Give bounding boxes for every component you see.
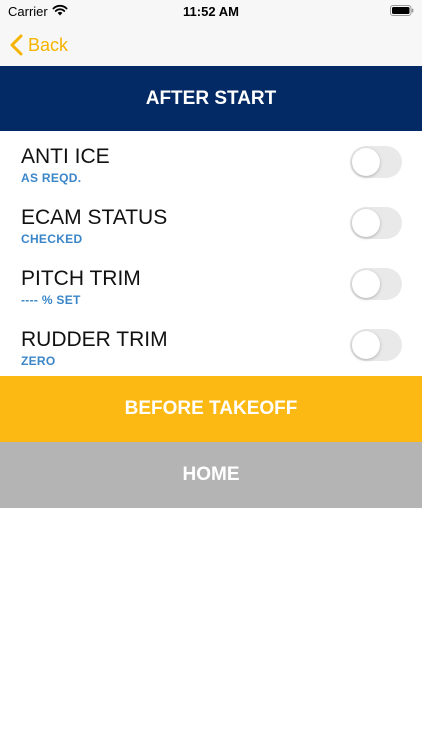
- ecam-status-toggle[interactable]: [350, 207, 402, 239]
- checklist-item-rudder-trim: RUDDER TRIM ZERO: [0, 314, 422, 375]
- item-label: RUDDER TRIM: [21, 328, 168, 351]
- section-header: AFTER START: [0, 66, 422, 131]
- home-label: HOME: [182, 464, 240, 485]
- battery-icon: [390, 5, 414, 16]
- before-takeoff-label: BEFORE TAKEOFF: [124, 398, 298, 419]
- before-takeoff-button[interactable]: BEFORE TAKEOFF: [0, 376, 422, 442]
- back-label: Back: [28, 34, 69, 55]
- checklist-item-anti-ice: ANTI ICE AS REQD.: [0, 131, 422, 192]
- chevron-left-icon: [10, 34, 23, 56]
- back-button[interactable]: Back: [10, 32, 68, 58]
- checklist: ANTI ICE AS REQD. ECAM STATUS CHECKED PI…: [0, 131, 422, 375]
- item-label: PITCH TRIM: [21, 267, 141, 290]
- item-value: ---- % SET: [21, 293, 81, 307]
- item-label: ECAM STATUS: [21, 206, 168, 229]
- item-value: AS REQD.: [21, 171, 82, 185]
- item-value: ZERO: [21, 354, 56, 368]
- page-title: AFTER START: [145, 87, 277, 109]
- rudder-trim-toggle[interactable]: [350, 329, 402, 361]
- home-button[interactable]: HOME: [0, 442, 422, 508]
- checklist-item-pitch-trim: PITCH TRIM ---- % SET: [0, 253, 422, 314]
- toggle-knob: [352, 209, 380, 237]
- toggle-knob: [352, 148, 380, 176]
- clock: 11:52 AM: [183, 4, 239, 19]
- item-label: ANTI ICE: [21, 145, 110, 168]
- toggle-knob: [352, 331, 380, 359]
- status-bar: Carrier 11:52 AM: [0, 0, 422, 24]
- checklist-item-ecam-status: ECAM STATUS CHECKED: [0, 192, 422, 253]
- anti-ice-toggle[interactable]: [350, 146, 402, 178]
- pitch-trim-toggle[interactable]: [350, 268, 402, 300]
- item-value: CHECKED: [21, 232, 83, 246]
- toggle-knob: [352, 270, 380, 298]
- navigation-bar: Back: [0, 24, 422, 66]
- screen: Carrier 11:52 AM Back AFTER START ANTI I…: [0, 0, 422, 750]
